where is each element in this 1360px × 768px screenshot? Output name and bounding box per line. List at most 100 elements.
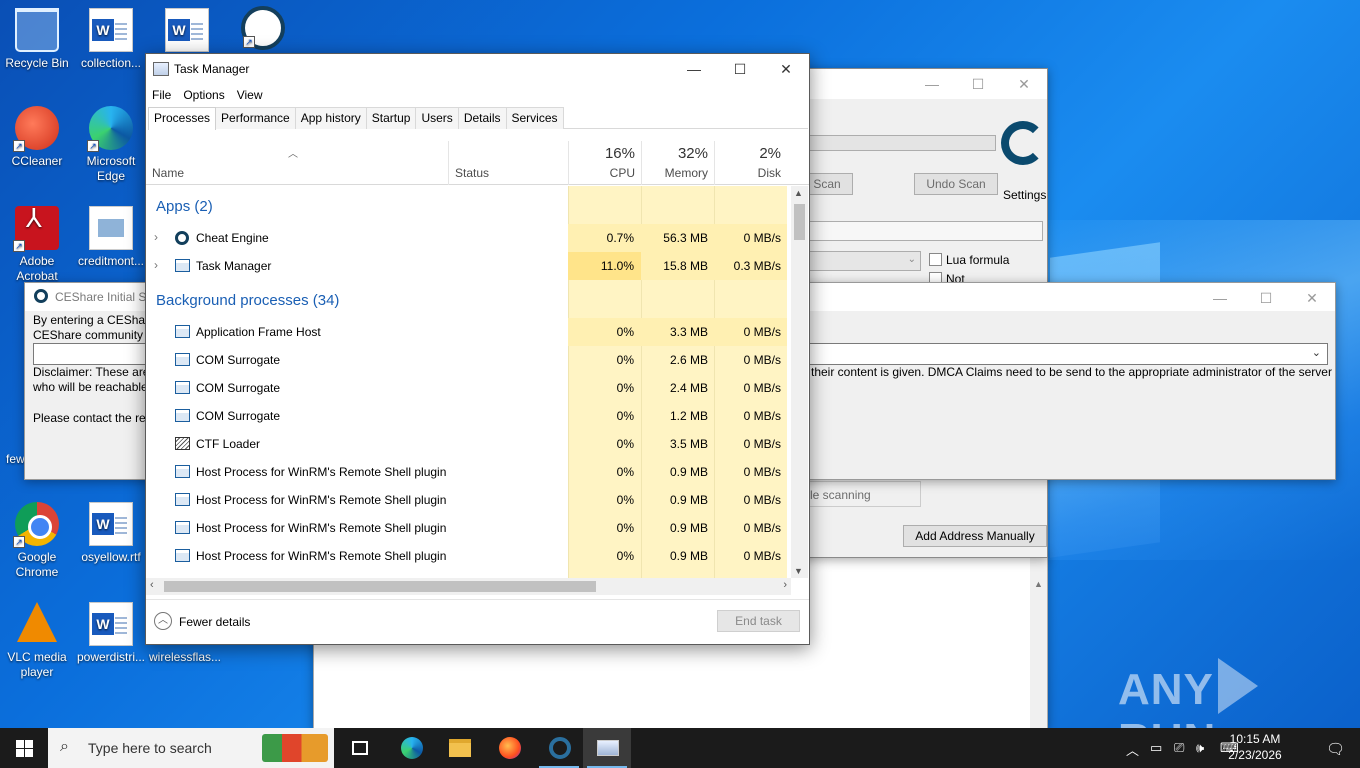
search-highlight-icon[interactable] <box>262 734 328 762</box>
settings-label[interactable]: Settings <box>1003 188 1046 202</box>
expand-chevron-icon[interactable]: › <box>154 258 158 272</box>
cheat-engine-logo-icon[interactable] <box>1001 121 1047 173</box>
notification-icon[interactable]: 🗨 <box>1326 740 1345 758</box>
minimize-icon[interactable]: — <box>671 54 717 84</box>
minimize-icon[interactable]: — <box>909 69 955 99</box>
add-address-manually-button[interactable]: Add Address Manually <box>903 525 1047 547</box>
expand-chevron-icon[interactable]: › <box>154 230 158 244</box>
process-row[interactable]: Host Process for WinRM's Remote Shell pl… <box>146 458 791 486</box>
cheat-engine-icon: ↗ <box>241 6 285 50</box>
end-task-button[interactable]: End task <box>717 610 800 632</box>
taskbar-firefox[interactable] <box>485 728 533 768</box>
process-row[interactable]: COM Surrogate 0% 1.2 MB 0 MB/s <box>146 402 791 430</box>
tab-performance[interactable]: Performance <box>215 107 296 129</box>
desktop-icon-recycle-bin[interactable]: Recycle Bin <box>0 8 74 71</box>
close-icon[interactable]: ✕ <box>1001 69 1047 99</box>
desktop-icon-creditmont[interactable]: creditmont... <box>74 206 148 269</box>
taskbar-file-explorer[interactable] <box>435 728 483 768</box>
maximize-icon[interactable]: ☐ <box>1243 283 1289 313</box>
menu-options[interactable]: Options <box>177 84 230 106</box>
desktop-icon-cheat-engine[interactable]: ↗ <box>226 6 300 54</box>
task-view-icon <box>352 741 368 755</box>
menu-file[interactable]: File <box>146 84 177 106</box>
pause-scanning-box[interactable]: le scanning <box>791 481 921 507</box>
clock-date[interactable]: 2/23/2026 <box>1222 748 1288 762</box>
process-row[interactable]: CTF Loader 0% 3.5 MB 0 MB/s <box>146 430 791 458</box>
process-row[interactable]: Host Process for WinRM's Remote Shell pl… <box>146 486 791 514</box>
column-header-name[interactable]: Name <box>152 166 184 180</box>
cheat-engine-icon <box>549 737 571 759</box>
chevron-up-icon[interactable]: ︿ <box>1126 740 1139 759</box>
start-button[interactable] <box>0 728 48 768</box>
scroll-left-icon[interactable]: ‹ <box>150 579 154 591</box>
scroll-up-icon[interactable]: ▲ <box>1034 579 1043 589</box>
fewer-details-link[interactable]: Fewer details <box>179 615 250 629</box>
shortcut-arrow-icon: ↗ <box>13 140 25 152</box>
tab-app-history[interactable]: App history <box>294 107 367 129</box>
tab-details[interactable]: Details <box>457 107 507 129</box>
maximize-icon[interactable]: ☐ <box>955 69 1001 99</box>
desktop-icon-osyellow[interactable]: osyellow.rtf <box>74 502 148 565</box>
clock-time[interactable]: 10:15 AM <box>1222 732 1288 746</box>
minimize-icon[interactable]: — <box>1197 283 1243 313</box>
desktop-icon-label: Recycle Bin <box>5 56 69 70</box>
process-row[interactable]: Host Process for WinRM's Remote Shell pl… <box>146 542 791 570</box>
chevron-up-circle-icon[interactable]: ︿ <box>154 612 172 630</box>
desktop-icon-acrobat[interactable]: ↗ Adobe Acrobat <box>0 206 74 284</box>
process-row[interactable]: › Cheat Engine 0.7% 56.3 MB 0 MB/s <box>146 224 791 252</box>
battery-icon[interactable]: ▭ <box>1150 740 1162 756</box>
process-disk: 0 MB/s <box>743 437 781 451</box>
scroll-down-icon[interactable]: ▼ <box>794 566 803 576</box>
scrollbar-thumb[interactable] <box>164 581 596 592</box>
tab-processes[interactable]: Processes <box>148 107 217 130</box>
taskbar-task-manager[interactable] <box>583 728 631 768</box>
column-header-disk[interactable]: 2% Disk <box>714 141 787 185</box>
group-header-apps[interactable]: Apps (2) <box>146 194 791 222</box>
process-cpu: 0% <box>616 493 634 507</box>
tab-startup[interactable]: Startup <box>365 107 417 129</box>
group-header-background[interactable]: Background processes (34) <box>146 288 791 316</box>
value-input[interactable] <box>791 221 1043 241</box>
scan-type-select[interactable]: ⌄ <box>791 251 921 271</box>
scroll-right-icon[interactable]: › <box>783 579 787 591</box>
volume-icon[interactable]: 🕪 <box>1196 740 1204 756</box>
process-row[interactable]: COM Surrogate 0% 2.4 MB 0 MB/s <box>146 374 791 402</box>
desktop-icon-chrome[interactable]: ↗ Google Chrome <box>0 502 74 580</box>
desktop-icon-powerdistri[interactable]: powerdistri... <box>74 602 148 665</box>
process-row[interactable]: Host Process for WinRM's Remote Shell pl… <box>146 514 791 542</box>
taskbar-search[interactable]: ⌕ Type here to search <box>48 728 334 768</box>
process-name: Host Process for WinRM's Remote Shell pl… <box>196 521 447 535</box>
maximize-icon[interactable]: ☐ <box>717 54 763 84</box>
undo-scan-button[interactable]: Undo Scan <box>914 173 998 195</box>
vertical-scrollbar[interactable]: ▲ ▼ <box>791 186 808 578</box>
recycle-bin-icon <box>15 8 59 52</box>
process-memory: 0.9 MB <box>669 493 708 507</box>
column-header-cpu[interactable]: 16% CPU <box>568 141 641 185</box>
desktop-icon-word-doc[interactable] <box>150 8 224 56</box>
task-view-button[interactable] <box>336 728 384 768</box>
lua-formula-checkbox[interactable]: Lua formula <box>929 253 1009 267</box>
process-row[interactable]: COM Surrogate 0% 2.6 MB 0 MB/s <box>146 346 791 374</box>
desktop-icon-vlc[interactable]: VLC media player <box>0 602 74 680</box>
close-icon[interactable]: ✕ <box>763 54 809 84</box>
desktop-icon-collection[interactable]: collection... <box>74 8 148 71</box>
group-title: Apps (2) <box>156 198 213 215</box>
column-header-memory[interactable]: 32% Memory <box>641 141 714 185</box>
scroll-up-icon[interactable]: ▲ <box>794 188 803 198</box>
menu-view[interactable]: View <box>231 84 269 106</box>
close-icon[interactable]: ✕ <box>1289 283 1335 313</box>
tab-services[interactable]: Services <box>505 107 564 129</box>
taskbar-cheat-engine[interactable] <box>535 728 583 768</box>
process-row[interactable]: › Task Manager 11.0% 15.8 MB 0.3 MB/s <box>146 252 791 280</box>
taskbar-edge[interactable] <box>387 728 435 768</box>
process-row[interactable]: Application Frame Host 0% 3.3 MB 0 MB/s <box>146 318 791 346</box>
column-header-status-cell[interactable]: Status <box>448 141 568 185</box>
horizontal-scrollbar[interactable]: ‹ › <box>146 578 791 595</box>
address-list-scrollbar[interactable]: ▲ <box>1030 553 1047 729</box>
network-icon[interactable]: ⎚ <box>1174 740 1184 756</box>
desktop-icon-ccleaner[interactable]: ↗ CCleaner <box>0 106 74 169</box>
scrollbar-thumb[interactable] <box>794 204 805 240</box>
tab-users[interactable]: Users <box>415 107 459 129</box>
process-list[interactable]: Apps (2) › Cheat Engine 0.7% 56.3 MB 0 M… <box>146 186 791 578</box>
desktop-icon-edge[interactable]: ↗ Microsoft Edge <box>74 106 148 184</box>
